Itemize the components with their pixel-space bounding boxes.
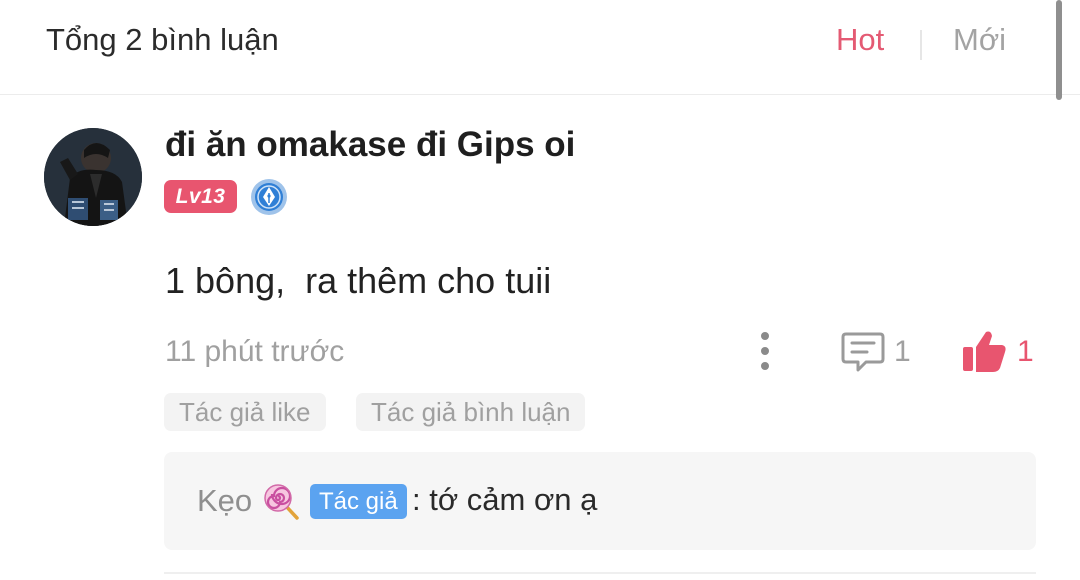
pen-nib-medal-icon <box>251 179 287 215</box>
avatar-image <box>44 128 142 226</box>
tag-author-replied: Tác giả bình luận <box>356 393 586 431</box>
sort-hot-tab[interactable]: Hot <box>836 22 884 58</box>
comment-timestamp: 11 phút trước <box>165 335 345 368</box>
like-count: 1 <box>1017 335 1034 368</box>
reply-preview[interactable]: Kẹo Tác giả : tớ cảm ơn ạ <box>164 452 1036 550</box>
tag-author-liked: Tác giả like <box>164 393 326 431</box>
comments-section: Tổng 2 bình luận Hot Mới đi ăn omakase đ… <box>0 0 1080 580</box>
sort-divider <box>920 30 922 60</box>
lollipop-icon <box>264 484 299 520</box>
sort-new-tab[interactable]: Mới <box>953 22 1006 58</box>
comment-text: 1 bông, ra thêm cho tuii <box>165 260 552 301</box>
reply-text: : tớ cảm ơn ạ <box>412 482 598 517</box>
like-button[interactable]: 1 <box>960 326 1040 376</box>
divider <box>164 572 1036 574</box>
comments-total-title: Tổng 2 bình luận <box>46 22 279 57</box>
comment-username[interactable]: đi ăn omakase đi Gips oi <box>165 125 575 165</box>
reply-button[interactable]: 1 <box>840 326 920 376</box>
thumbs-up-icon <box>963 331 1006 372</box>
more-options-icon[interactable] <box>748 328 782 374</box>
comments-header: Tổng 2 bình luận Hot Mới <box>0 0 1080 95</box>
scrollbar[interactable] <box>1056 0 1062 100</box>
level-badge: Lv13 <box>164 180 237 213</box>
reply-count: 1 <box>894 335 911 368</box>
avatar[interactable] <box>44 128 142 226</box>
author-badge: Tác giả <box>310 484 407 519</box>
reply-author-name[interactable]: Kẹo <box>197 483 252 519</box>
comment-bubble-icon <box>841 332 885 372</box>
